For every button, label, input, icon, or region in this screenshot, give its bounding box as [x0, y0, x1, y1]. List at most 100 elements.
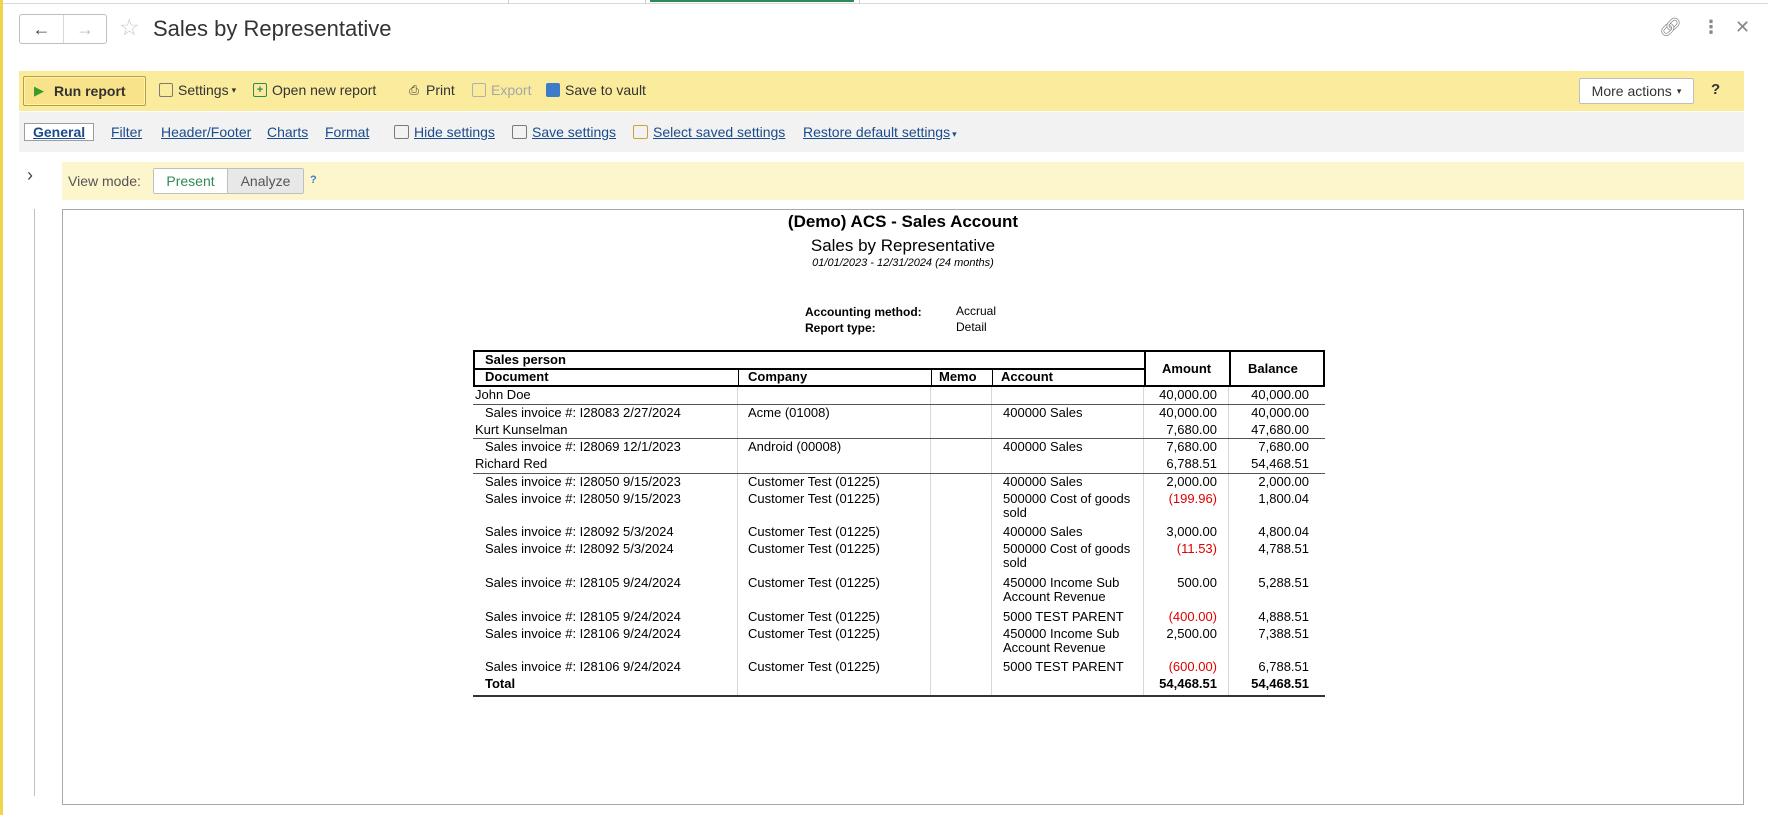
row-account: 5000 TEST PARENT [1003, 609, 1124, 624]
forward-arrow-icon[interactable]: → [63, 15, 106, 43]
tab-charts[interactable]: Charts [267, 124, 308, 140]
close-icon[interactable]: ✕ [1735, 18, 1750, 36]
table-row: Sales invoice #: I28092 5/3/2024 Custome… [473, 541, 1325, 573]
report-document: (Demo) ACS - Sales Account Sales by Repr… [62, 209, 1744, 805]
expand-panel-chevron-icon[interactable]: › [27, 165, 33, 186]
row-company: Customer Test (01225) [748, 541, 880, 556]
row-document[interactable]: Sales invoice #: I28106 9/24/2024 [485, 626, 681, 641]
row-amount: 7,680.00 [1166, 439, 1217, 454]
row-balance: 1,800.04 [1258, 491, 1309, 506]
active-tab-indicator[interactable] [650, 0, 854, 2]
dropdown-caret-icon: ▾ [231, 84, 237, 95]
group-balance: 40,000.00 [1251, 387, 1309, 402]
print-button[interactable]: ⎙ Print [407, 82, 455, 98]
table-row: Sales invoice #: I28105 9/24/2024 Custom… [473, 575, 1325, 607]
row-amount: 40,000.00 [1159, 405, 1217, 420]
header-document: Document [485, 369, 549, 384]
add-report-icon: + [253, 83, 267, 97]
accounting-method-value: Accrual [956, 304, 997, 318]
run-report-button[interactable]: ▶ Run report [23, 76, 146, 106]
tab-divider [859, 0, 860, 4]
header-divider [1229, 352, 1231, 387]
header-balance: Balance [1248, 361, 1298, 376]
vault-icon [546, 83, 560, 97]
panel-divider [34, 209, 35, 796]
row-document[interactable]: Sales invoice #: I28050 9/15/2023 [485, 491, 681, 506]
row-account: 500000 Cost of goods [1003, 541, 1131, 556]
row-account: 400000 Sales [1003, 474, 1083, 489]
printer-icon: ⎙ [409, 83, 419, 97]
row-document[interactable]: Sales invoice #: I28092 5/3/2024 [485, 541, 674, 556]
group-row: Kurt Kunselman 7,680.00 47,680.00 [473, 422, 1325, 439]
settings-label: Settings [178, 82, 229, 98]
table-row: Sales invoice #: I28106 9/24/2024 Custom… [473, 659, 1325, 676]
header-divider [738, 368, 739, 387]
view-mode-label: View mode: [68, 173, 141, 189]
settings-tab-bar: General Filter Header/Footer Charts Form… [19, 112, 1744, 152]
group-row: Richard Red 6,788.51 54,468.51 [473, 456, 1325, 473]
more-actions-button[interactable]: More actions ▾ [1579, 78, 1694, 104]
more-vertical-icon[interactable]: ⋮ [1702, 18, 1720, 36]
save-settings-link[interactable]: Save settings [512, 124, 616, 140]
row-amount: (400.00) [1168, 609, 1217, 624]
view-mode-help-icon[interactable]: ? [310, 174, 317, 186]
tab-general[interactable]: General [24, 123, 95, 141]
open-new-report-label: Open new report [272, 82, 377, 98]
export-label: Export [491, 82, 532, 98]
row-document[interactable]: Sales invoice #: I28105 9/24/2024 [485, 609, 681, 624]
page-title: Sales by Representative [153, 16, 392, 41]
group-sales-person: Richard Red [475, 456, 548, 471]
favorite-star-icon[interactable]: ☆ [119, 16, 140, 39]
total-balance: 54,468.51 [1251, 676, 1309, 691]
row-balance: 4,800.04 [1258, 524, 1309, 539]
open-new-report-button[interactable]: + Open new report [253, 82, 376, 98]
header-sales-person: Sales person [485, 352, 566, 367]
row-account: 5000 TEST PARENT [1003, 659, 1124, 674]
hide-settings-link[interactable]: Hide settings [394, 124, 495, 140]
row-account-continued: sold [1003, 555, 1027, 570]
link-icon[interactable]: 🔗︎ [1659, 18, 1682, 36]
table-row: Sales invoice #: I28083 2/27/2024 Acme (… [473, 405, 1325, 422]
row-amount: (199.96) [1168, 491, 1217, 506]
view-mode-analyze[interactable]: Analyze [227, 169, 303, 193]
view-mode-present[interactable]: Present [154, 169, 227, 193]
select-saved-settings-label: Select saved settings [653, 124, 786, 140]
export-button[interactable]: Export [472, 82, 531, 98]
accounting-method-label: Accounting method: [805, 305, 922, 319]
group-sales-person: Kurt Kunselman [475, 422, 568, 437]
group-amount: 6,788.51 [1166, 456, 1217, 471]
row-document[interactable]: Sales invoice #: I28083 2/27/2024 [485, 405, 681, 420]
row-company: Customer Test (01225) [748, 491, 880, 506]
hide-settings-icon [394, 125, 409, 139]
header-memo: Memo [939, 369, 977, 384]
row-document[interactable]: Sales invoice #: I28105 9/24/2024 [485, 575, 681, 590]
table-row: Sales invoice #: I28106 9/24/2024 Custom… [473, 626, 1325, 658]
restore-default-settings-link[interactable]: Restore default settings ▾ [803, 124, 957, 140]
select-saved-settings-link[interactable]: Select saved settings [633, 124, 785, 140]
group-amount: 7,680.00 [1166, 422, 1217, 437]
tab-filter[interactable]: Filter [111, 124, 142, 140]
settings-icon [159, 83, 173, 97]
row-account: 400000 Sales [1003, 405, 1083, 420]
row-account: 400000 Sales [1003, 439, 1083, 454]
save-to-vault-button[interactable]: Save to vault [546, 82, 646, 98]
tab-divider [508, 0, 509, 4]
tab-header-footer[interactable]: Header/Footer [161, 124, 251, 140]
run-report-label: Run report [54, 83, 126, 99]
row-account-continued: Account Revenue [1003, 589, 1106, 604]
top-tab-strip [3, 0, 1768, 4]
row-document[interactable]: Sales invoice #: I28069 12/1/2023 [485, 439, 681, 454]
row-document[interactable]: Sales invoice #: I28106 9/24/2024 [485, 659, 681, 674]
row-company: Customer Test (01225) [748, 659, 880, 674]
row-document[interactable]: Sales invoice #: I28092 5/3/2024 [485, 524, 674, 539]
back-arrow-icon[interactable]: ← [20, 15, 63, 43]
help-button[interactable]: ? [1711, 81, 1720, 98]
row-document[interactable]: Sales invoice #: I28050 9/15/2023 [485, 474, 681, 489]
settings-menu-button[interactable]: Settings ▾ [159, 82, 236, 98]
dropdown-caret-icon: ▾ [1676, 85, 1682, 96]
group-row: John Doe 40,000.00 40,000.00 [473, 387, 1325, 404]
tab-format[interactable]: Format [325, 124, 369, 140]
header-divider [931, 368, 932, 387]
row-company: Customer Test (01225) [748, 575, 880, 590]
more-actions-label: More actions [1591, 83, 1672, 99]
